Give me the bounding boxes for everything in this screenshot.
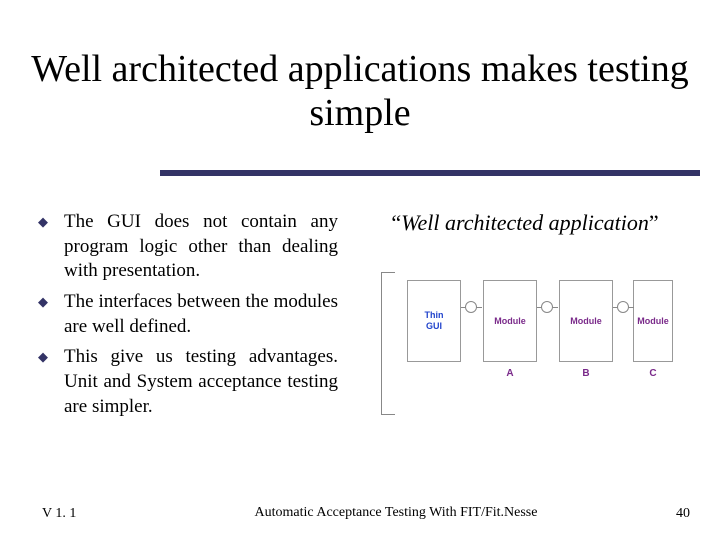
content-area: The GUI does not contain any program log…: [0, 210, 720, 426]
close-quote: ”: [649, 210, 659, 235]
bracket-line: [381, 272, 395, 273]
diamond-bullet-icon: [38, 294, 58, 314]
module-b: Module: [559, 280, 613, 362]
title-underline: [160, 170, 700, 176]
bracket-line: [381, 414, 395, 415]
module-label: Module: [634, 316, 672, 327]
connector-icon: [461, 301, 482, 315]
module-c: Module: [633, 280, 673, 362]
caption-text: Well architected application: [401, 210, 649, 235]
module-sublabel: A: [483, 368, 537, 379]
module-sublabel: C: [633, 368, 673, 379]
title-area: Well architected applications makes test…: [0, 0, 720, 135]
architecture-diagram: Thin GUI Module Module Module A B C: [375, 266, 675, 421]
bullet-text: This give us testing advantages. Unit an…: [64, 345, 338, 419]
diagram-caption: “Well architected application”: [358, 210, 692, 236]
bracket-line: [381, 272, 382, 414]
list-item: This give us testing advantages. Unit an…: [38, 345, 338, 419]
footer-version: V 1. 1: [42, 506, 162, 522]
bullet-text: The interfaces between the modules are w…: [64, 290, 338, 339]
list-item: The interfaces between the modules are w…: [38, 290, 338, 339]
footer-page-number: 40: [630, 506, 690, 522]
bullet-list: The GUI does not contain any program log…: [38, 210, 348, 426]
module-a: Module: [483, 280, 537, 362]
footer: V 1. 1 Automatic Acceptance Testing With…: [0, 505, 720, 522]
module-label: Thin: [408, 310, 460, 321]
module-sublabel: B: [559, 368, 613, 379]
diamond-bullet-icon: [38, 214, 58, 234]
module-label: Module: [484, 316, 536, 327]
open-quote: “: [391, 210, 401, 235]
bullet-text: The GUI does not contain any program log…: [64, 210, 338, 284]
diagram-column: “Well architected application” Thin GUI …: [348, 210, 692, 426]
diamond-bullet-icon: [38, 349, 58, 369]
connector-icon: [537, 301, 558, 315]
module-thin-gui: Thin GUI: [407, 280, 461, 362]
footer-title: Automatic Acceptance Testing With FIT/Fi…: [162, 505, 630, 522]
connector-icon: [613, 301, 634, 315]
page-title: Well architected applications makes test…: [0, 48, 720, 135]
module-label: GUI: [408, 321, 460, 332]
list-item: The GUI does not contain any program log…: [38, 210, 338, 284]
module-label: Module: [560, 316, 612, 327]
